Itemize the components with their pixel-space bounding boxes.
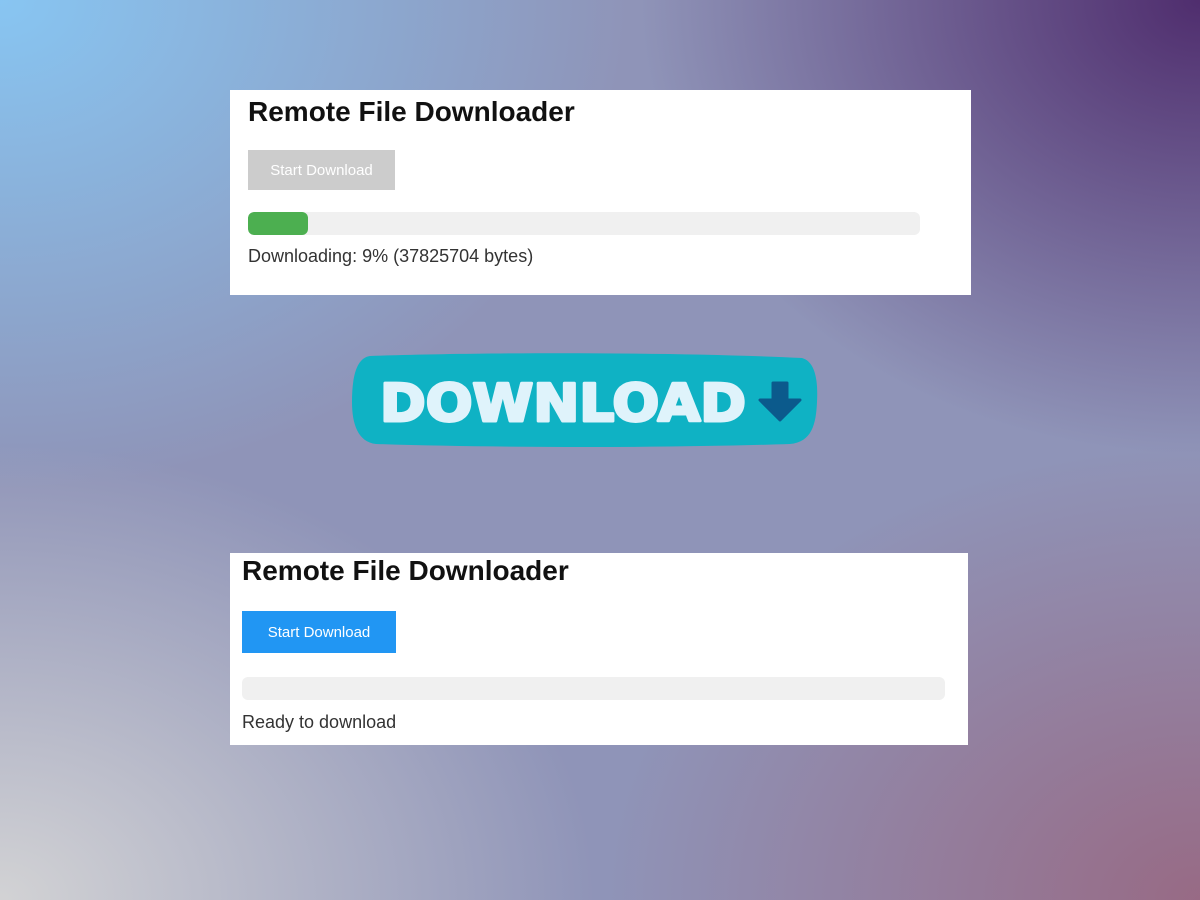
start-download-button-disabled[interactable]: Start Download xyxy=(248,150,395,190)
progress-fill xyxy=(248,212,309,235)
progress-bar xyxy=(248,212,920,235)
downloader-panel-ready: Remote File Downloader Start Download Re… xyxy=(230,553,968,745)
panel-title: Remote File Downloader xyxy=(248,96,575,127)
downloader-panel-downloading: Remote File Downloader Start Download Do… xyxy=(230,90,971,295)
download-badge: DOWNLOAD xyxy=(350,352,818,448)
download-badge-graphic: DOWNLOAD xyxy=(352,353,818,447)
download-status: Ready to download xyxy=(242,712,397,732)
start-download-button[interactable]: Start Download xyxy=(242,611,396,653)
progress-bar xyxy=(242,677,945,700)
download-status: Downloading: 9% (37825704 bytes) xyxy=(248,246,534,266)
panel-title: Remote File Downloader xyxy=(242,555,569,586)
badge-label: DOWNLOAD xyxy=(380,374,746,434)
